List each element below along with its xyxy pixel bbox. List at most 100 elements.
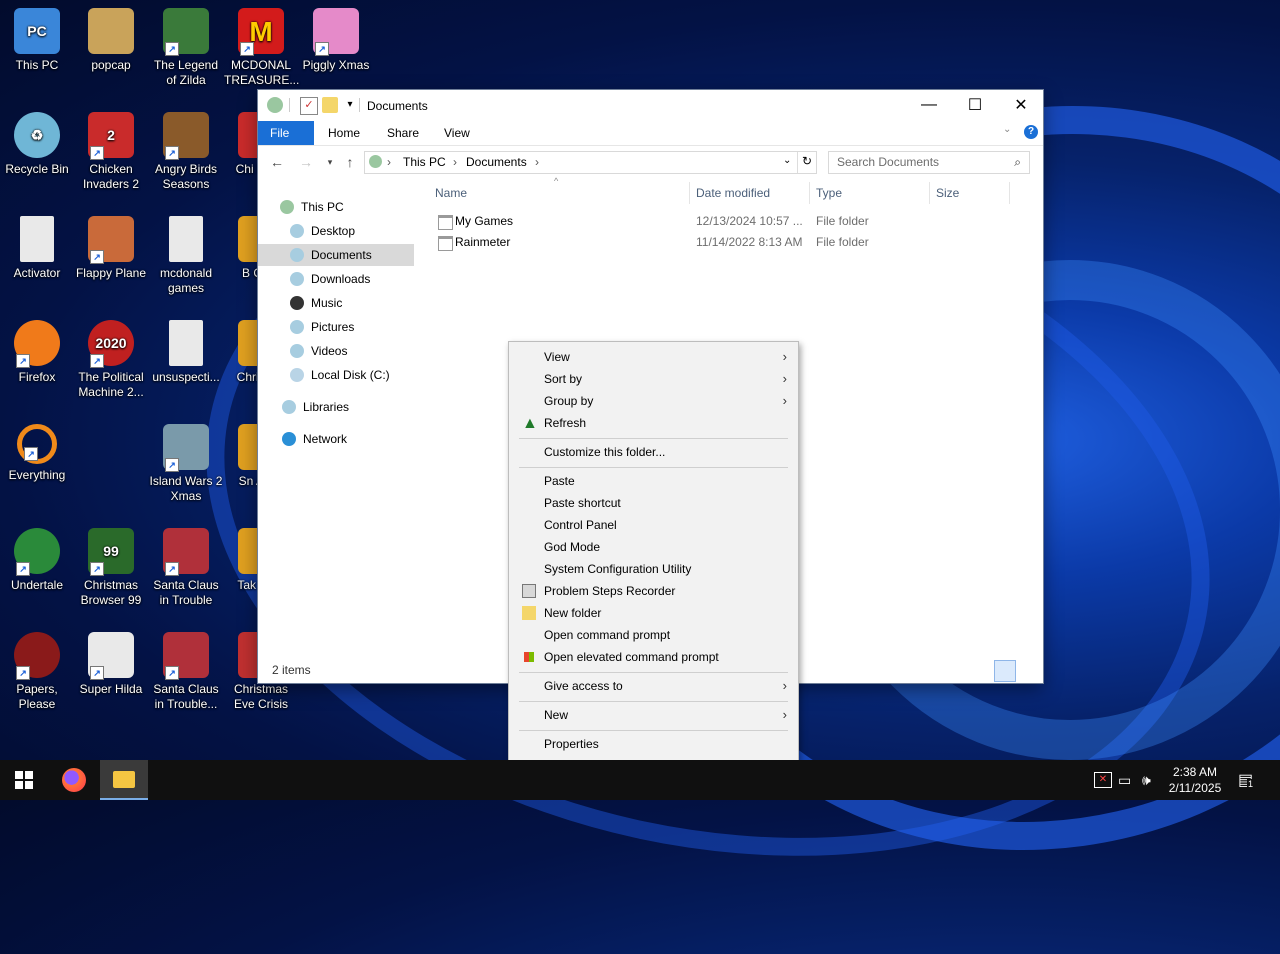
nav-desktop[interactable]: Desktop xyxy=(290,220,355,242)
desktop-icon-santa-claus-in-trouble[interactable]: ↗ Santa Claus in Trouble xyxy=(149,528,223,608)
menu-item-customize-folder[interactable]: Customize this folder... xyxy=(512,441,795,463)
menu-item-new[interactable]: New › xyxy=(512,704,795,726)
menu-item-properties[interactable]: Properties xyxy=(512,733,795,755)
search-input[interactable]: Search Documents xyxy=(837,155,939,169)
breadcrumb-documents[interactable]: Documents xyxy=(466,155,527,169)
menu-item-control-panel[interactable]: Control Panel xyxy=(512,514,795,536)
search-box[interactable]: Search Documents ⌕ xyxy=(828,151,1030,174)
nav-documents[interactable]: Documents xyxy=(258,244,414,266)
desktop-icon-popcap[interactable]: popcap xyxy=(74,8,148,73)
desktop-icon-unsuspecti[interactable]: unsuspecti... xyxy=(149,320,223,385)
network-icon[interactable]: ▭ xyxy=(1118,772,1131,789)
close-button[interactable]: ✕ xyxy=(998,90,1044,120)
desktop-icon-island-wars-2-xmas[interactable]: ↗ Island Wars 2 Xmas xyxy=(149,424,223,504)
menu-item-paste-shortcut[interactable]: Paste shortcut xyxy=(512,492,795,514)
column-divider[interactable] xyxy=(1009,182,1010,204)
nav-pictures[interactable]: Pictures xyxy=(290,316,354,338)
desktop-icon-political-machine[interactable]: 2020 ↗ The Political Machine 2... xyxy=(74,320,148,400)
forward-button[interactable]: → xyxy=(297,153,315,171)
column-divider[interactable] xyxy=(689,182,690,204)
start-button[interactable] xyxy=(0,760,48,800)
menu-item-system-configuration[interactable]: System Configuration Utility xyxy=(512,558,795,580)
menu-label: Control Panel xyxy=(544,518,617,532)
menu-item-open-elevated-command-prompt[interactable]: Open elevated command prompt xyxy=(512,646,795,668)
desktop-icon-firefox[interactable]: ↗ Firefox xyxy=(0,320,74,385)
menu-item-open-command-prompt[interactable]: Open command prompt xyxy=(512,624,795,646)
security-alert-icon[interactable]: ✕ xyxy=(1094,772,1112,788)
column-divider[interactable] xyxy=(929,182,930,204)
file-row[interactable]: My Games 12/13/2024 10:57 ... File folde… xyxy=(434,211,874,231)
up-button[interactable]: ↑ xyxy=(341,153,359,171)
desktop-icon-flappy-plane[interactable]: ↗ Flappy Plane xyxy=(74,216,148,281)
volume-icon[interactable]: 🕪 xyxy=(1142,772,1151,789)
ribbon-expand-icon[interactable]: ⌄ xyxy=(1003,124,1011,135)
taskbar-file-explorer[interactable] xyxy=(100,760,148,800)
minimize-button[interactable]: — xyxy=(906,90,952,120)
column-header-type[interactable]: Type xyxy=(816,186,842,200)
column-header-name[interactable]: Name xyxy=(435,186,467,200)
clock[interactable]: 2:38 AM 2/11/2025 xyxy=(1160,764,1230,796)
nav-music[interactable]: Music xyxy=(290,292,342,314)
quick-access-dropdown-icon[interactable]: ▾ xyxy=(342,97,358,113)
menu-item-problem-steps-recorder[interactable]: Problem Steps Recorder xyxy=(512,580,795,602)
desktop-icon-christmas-browser-99[interactable]: 99 ↗ Christmas Browser 99 xyxy=(74,528,148,608)
tab-share[interactable]: Share xyxy=(375,121,431,145)
menu-item-group-by[interactable]: Group by › xyxy=(512,390,795,412)
magnifier-icon: ↗ xyxy=(17,424,57,464)
menu-item-view[interactable]: View › xyxy=(512,346,795,368)
tab-home[interactable]: Home xyxy=(316,121,372,145)
recent-locations-icon[interactable]: ▾ xyxy=(321,153,339,171)
desktop-icon-mcdonal-treasure[interactable]: M ↗ MCDONAL TREASURE... xyxy=(224,8,299,88)
desktop-icon-this-pc[interactable]: PC This PC xyxy=(0,8,74,73)
large-icons-view-button[interactable] xyxy=(1017,660,1039,682)
refresh-icon[interactable]: ↻ xyxy=(802,154,812,168)
nav-videos[interactable]: Videos xyxy=(290,340,347,362)
tab-view[interactable]: View xyxy=(432,121,482,145)
desktop-icon-everything[interactable]: ↗ Everything xyxy=(0,424,74,483)
menu-item-new-folder[interactable]: New folder xyxy=(512,602,795,624)
file-name: Rainmeter xyxy=(455,235,511,249)
nav-libraries[interactable]: Libraries xyxy=(282,396,349,418)
address-bar[interactable]: › This PC › Documents › ⌄ ↻ xyxy=(364,151,817,174)
desktop-icon-chicken-invaders-2[interactable]: 2 ↗ Chicken Invaders 2 xyxy=(74,112,148,192)
desktop-icon-legend-of-zilda[interactable]: ↗ The Legend of Zilda xyxy=(149,8,223,88)
desktop-icon-papers-please[interactable]: ↗ Papers, Please xyxy=(0,632,74,712)
title-bar[interactable]: ✓ ▾ Documents — ☐ ✕ xyxy=(258,90,1043,120)
desktop-icon-mcdonald-games[interactable]: mcdonald games xyxy=(149,216,223,296)
desktop-icon-recycle-bin[interactable]: ♻ Recycle Bin xyxy=(0,112,74,177)
desktop-icon-piggly-xmas[interactable]: ↗ Piggly Xmas xyxy=(299,8,373,73)
file-row[interactable]: Rainmeter 11/14/2022 8:13 AM File folder xyxy=(434,232,874,252)
column-divider[interactable] xyxy=(809,182,810,204)
menu-item-paste[interactable]: Paste xyxy=(512,470,795,492)
help-icon[interactable]: ? xyxy=(1024,125,1038,139)
menu-item-refresh[interactable]: ▲ Refresh xyxy=(512,412,795,434)
new-folder-quick-icon[interactable] xyxy=(322,97,338,113)
nav-this-pc[interactable]: This PC xyxy=(280,196,344,218)
menu-item-god-mode[interactable]: God Mode xyxy=(512,536,795,558)
desktop-icon-label: This PC xyxy=(15,58,59,72)
nav-downloads[interactable]: Downloads xyxy=(290,268,370,290)
details-view-button[interactable] xyxy=(994,660,1016,682)
column-header-size[interactable]: Size xyxy=(936,186,959,200)
tab-file[interactable]: File xyxy=(258,121,314,145)
menu-label: Group by xyxy=(544,394,594,408)
notification-center-button[interactable]: ▤ 1 xyxy=(1238,770,1255,790)
chevron-right-icon: › xyxy=(782,349,787,364)
desktop-icon-super-hilda[interactable]: ↗ Super Hilda xyxy=(74,632,148,697)
address-dropdown-icon[interactable]: ⌄ xyxy=(783,155,791,166)
desktop-icon-santa-claus-in-trouble-2[interactable]: ↗ Santa Claus in Trouble... xyxy=(149,632,223,712)
column-header-date[interactable]: Date modified xyxy=(696,186,770,200)
taskbar-firefox[interactable] xyxy=(50,760,98,800)
desktop-icon-undertale[interactable]: ↗ Undertale xyxy=(0,528,74,593)
menu-label: Sort by xyxy=(544,372,583,386)
properties-quick-icon[interactable]: ✓ xyxy=(300,97,318,115)
desktop-icon-angry-birds-seasons[interactable]: ↗ Angry Birds Seasons xyxy=(149,112,223,192)
maximize-button[interactable]: ☐ xyxy=(952,90,998,120)
menu-item-give-access-to[interactable]: Give access to › xyxy=(512,675,795,697)
breadcrumb-this-pc[interactable]: This PC xyxy=(403,155,446,169)
nav-local-disk[interactable]: Local Disk (C:) xyxy=(290,364,390,386)
nav-network[interactable]: Network xyxy=(282,428,347,450)
back-button[interactable]: ← xyxy=(268,153,286,171)
desktop-icon-activator[interactable]: Activator xyxy=(0,216,74,281)
menu-item-sort-by[interactable]: Sort by › xyxy=(512,368,795,390)
